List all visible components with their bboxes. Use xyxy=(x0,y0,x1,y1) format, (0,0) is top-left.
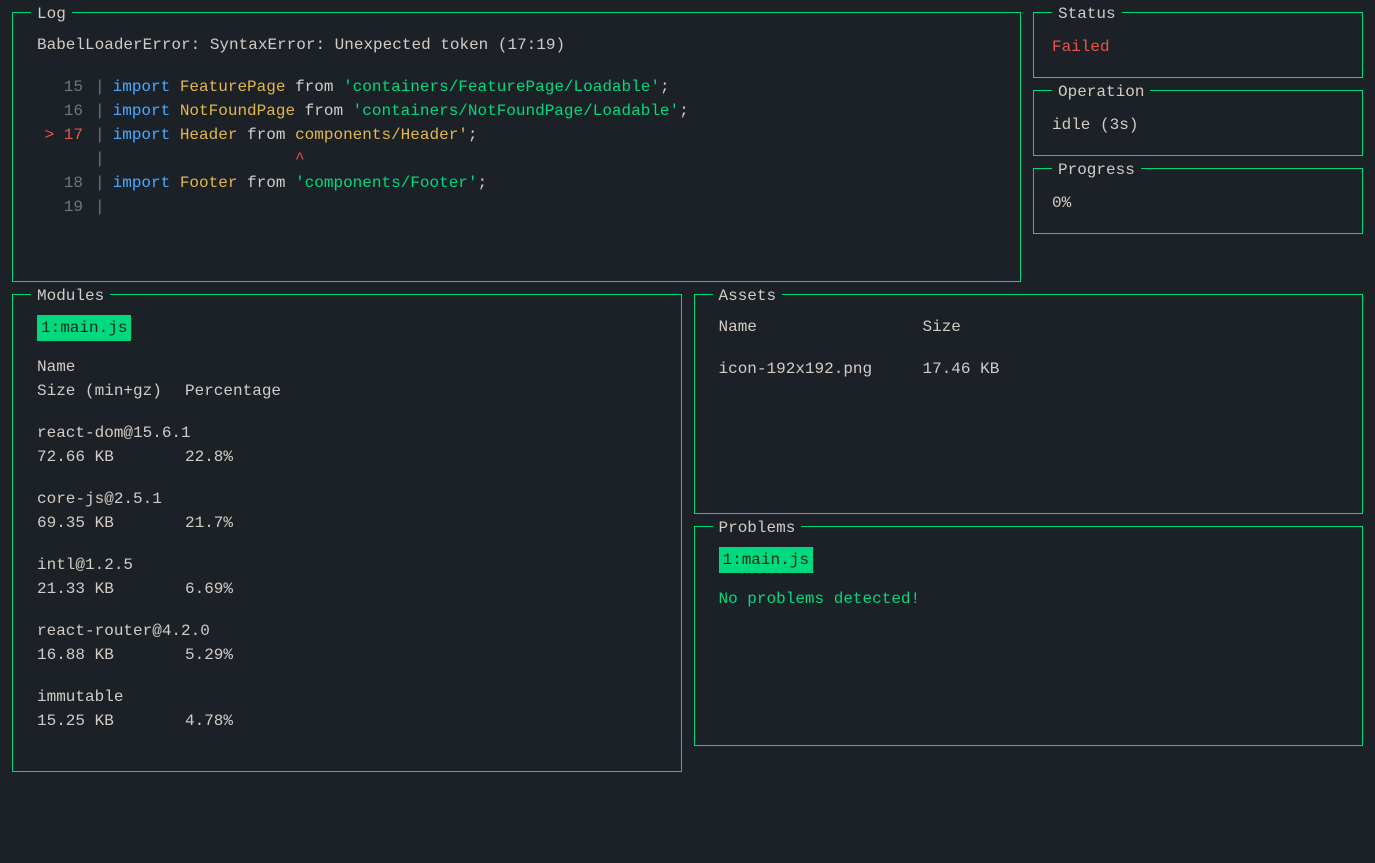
module-name: immutable xyxy=(37,685,657,709)
problems-panel: Problems 1:main.js No problems detected! xyxy=(694,526,1364,746)
gutter-pipe: | xyxy=(89,198,113,216)
assets-title: Assets xyxy=(713,284,783,308)
progress-value: 0% xyxy=(1052,191,1344,215)
progress-title: Progress xyxy=(1052,158,1141,182)
assets-headers: NameSize xyxy=(719,315,1339,339)
asset-size: 17.46 KB xyxy=(923,360,1000,378)
line-number: 15 xyxy=(37,75,89,99)
assets-header-name: Name xyxy=(719,315,923,339)
modules-panel: Modules 1:main.js Name Size (min+gz)Perc… xyxy=(12,294,682,772)
module-pct: 22.8% xyxy=(185,448,233,466)
module-entry: immutable 15.25 KB4.78% xyxy=(37,685,657,733)
module-entry: core-js@2.5.1 69.35 KB21.7% xyxy=(37,487,657,535)
module-size: 72.66 KB xyxy=(37,445,185,469)
operation-panel: Operation idle (3s) xyxy=(1033,90,1363,156)
problems-badge[interactable]: 1:main.js xyxy=(719,547,813,573)
gutter-pipe: | xyxy=(89,78,113,96)
problems-message: No problems detected! xyxy=(719,587,1339,611)
asset-row: icon-192x192.png17.46 KB xyxy=(719,357,1339,381)
module-pct: 21.7% xyxy=(185,514,233,532)
module-pct: 6.69% xyxy=(185,580,233,598)
log-error-message: BabelLoaderError: SyntaxError: Unexpecte… xyxy=(37,33,996,57)
assets-header-size: Size xyxy=(923,318,961,336)
line-number: 16 xyxy=(37,99,89,123)
module-entry: react-router@4.2.0 16.88 KB5.29% xyxy=(37,619,657,667)
module-entry: react-dom@15.6.1 72.66 KB22.8% xyxy=(37,421,657,469)
status-panel: Status Failed xyxy=(1033,12,1363,78)
module-size: 15.25 KB xyxy=(37,709,185,733)
modules-badge[interactable]: 1:main.js xyxy=(37,315,131,341)
code-block: 15|import FeaturePage from 'containers/F… xyxy=(37,75,996,219)
modules-title: Modules xyxy=(31,284,110,308)
module-name: react-router@4.2.0 xyxy=(37,619,657,643)
error-caret-icon: ^ xyxy=(295,150,305,168)
status-title: Status xyxy=(1052,2,1122,26)
log-panel: Log BabelLoaderError: SyntaxError: Unexp… xyxy=(12,12,1021,282)
line-number-error: > 17 xyxy=(37,123,89,147)
operation-title: Operation xyxy=(1052,80,1150,104)
module-size: 69.35 KB xyxy=(37,511,185,535)
gutter-pipe: | xyxy=(89,102,113,120)
line-number: 19 xyxy=(37,195,89,219)
module-entry: intl@1.2.5 21.33 KB6.69% xyxy=(37,553,657,601)
gutter-pipe: | xyxy=(89,174,113,192)
log-title: Log xyxy=(31,2,72,26)
status-value: Failed xyxy=(1052,35,1344,59)
module-name: core-js@2.5.1 xyxy=(37,487,657,511)
line-number: 18 xyxy=(37,171,89,195)
status-column: Status Failed Operation idle (3s) Progre… xyxy=(1033,12,1363,282)
modules-header-pct: Percentage xyxy=(185,382,281,400)
module-size: 21.33 KB xyxy=(37,577,185,601)
modules-header-name: Name xyxy=(37,355,657,379)
assets-panel: Assets NameSize icon-192x192.png17.46 KB xyxy=(694,294,1364,514)
modules-headers: Name Size (min+gz)Percentage xyxy=(37,355,657,403)
progress-panel: Progress 0% xyxy=(1033,168,1363,234)
module-size: 16.88 KB xyxy=(37,643,185,667)
gutter-pipe: | xyxy=(89,150,113,168)
problems-title: Problems xyxy=(713,516,802,540)
module-name: react-dom@15.6.1 xyxy=(37,421,657,445)
gutter-pipe: | xyxy=(89,126,113,144)
operation-value: idle (3s) xyxy=(1052,113,1344,137)
module-name: intl@1.2.5 xyxy=(37,553,657,577)
asset-name: icon-192x192.png xyxy=(719,357,923,381)
modules-header-size: Size (min+gz) xyxy=(37,379,185,403)
module-pct: 5.29% xyxy=(185,646,233,664)
module-pct: 4.78% xyxy=(185,712,233,730)
